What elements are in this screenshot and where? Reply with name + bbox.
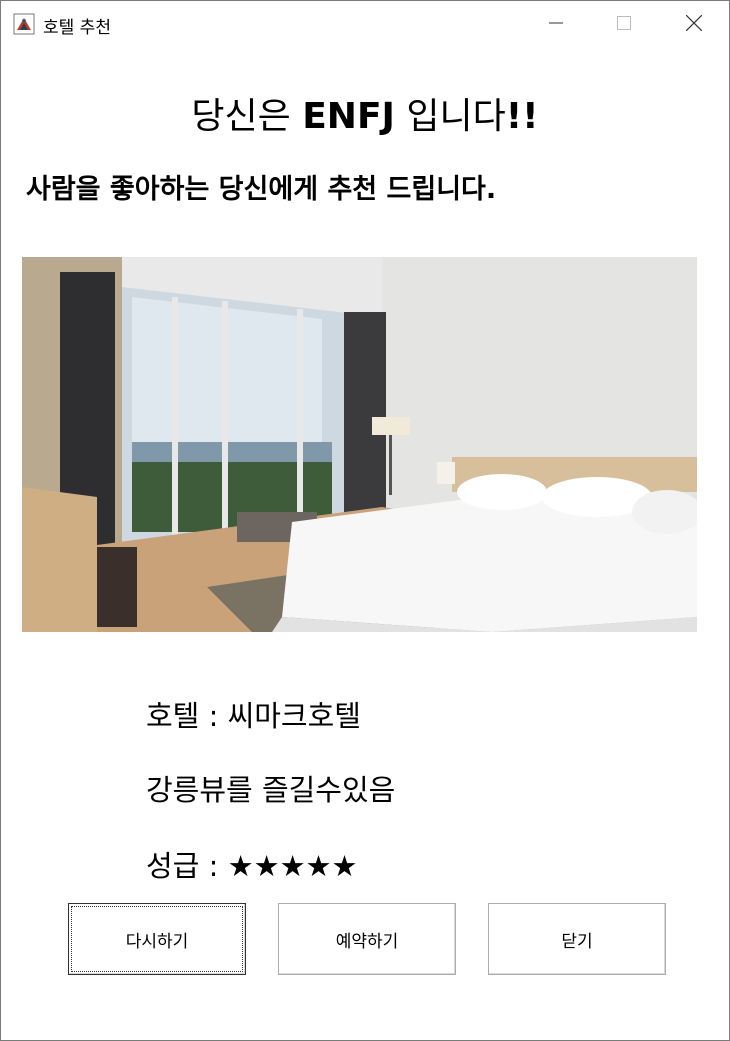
- hotel-name: 호텔 : 씨마크호텔: [146, 699, 361, 733]
- minimize-button[interactable]: [533, 1, 579, 45]
- app-window: 호텔 추천 당신은 ENFJ 입니다!! 사람을 좋아하는 당신에게 추천 드립…: [0, 0, 730, 1041]
- java-app-icon: [13, 13, 35, 35]
- close-button[interactable]: 닫기: [488, 903, 666, 975]
- result-suffix: 입니다: [394, 96, 506, 137]
- title-bar: 호텔 추천: [1, 1, 729, 45]
- window-title: 호텔 추천: [43, 18, 111, 38]
- close-window-button[interactable]: [671, 1, 717, 45]
- maximize-icon: [617, 16, 631, 30]
- hotel-rating: 성급 : ★★★★★: [146, 849, 358, 883]
- result-prefix: 당신은: [191, 96, 303, 137]
- reserve-button[interactable]: 예약하기: [278, 903, 456, 975]
- close-icon: [686, 15, 702, 31]
- maximize-button[interactable]: [601, 1, 647, 45]
- recommendation-subtitle: 사람을 좋아하는 당신에게 추천 드립니다.: [26, 174, 497, 205]
- hotel-room-photo: [22, 257, 697, 632]
- retry-button[interactable]: 다시하기: [68, 903, 246, 975]
- result-heading: 당신은 ENFJ 입니다!!: [1, 87, 729, 139]
- minimize-icon: [549, 22, 563, 24]
- hotel-description: 강릉뷰를 즐길수있음: [146, 773, 396, 807]
- result-exclaim: !!: [505, 96, 539, 137]
- personality-type: ENFJ: [302, 96, 395, 137]
